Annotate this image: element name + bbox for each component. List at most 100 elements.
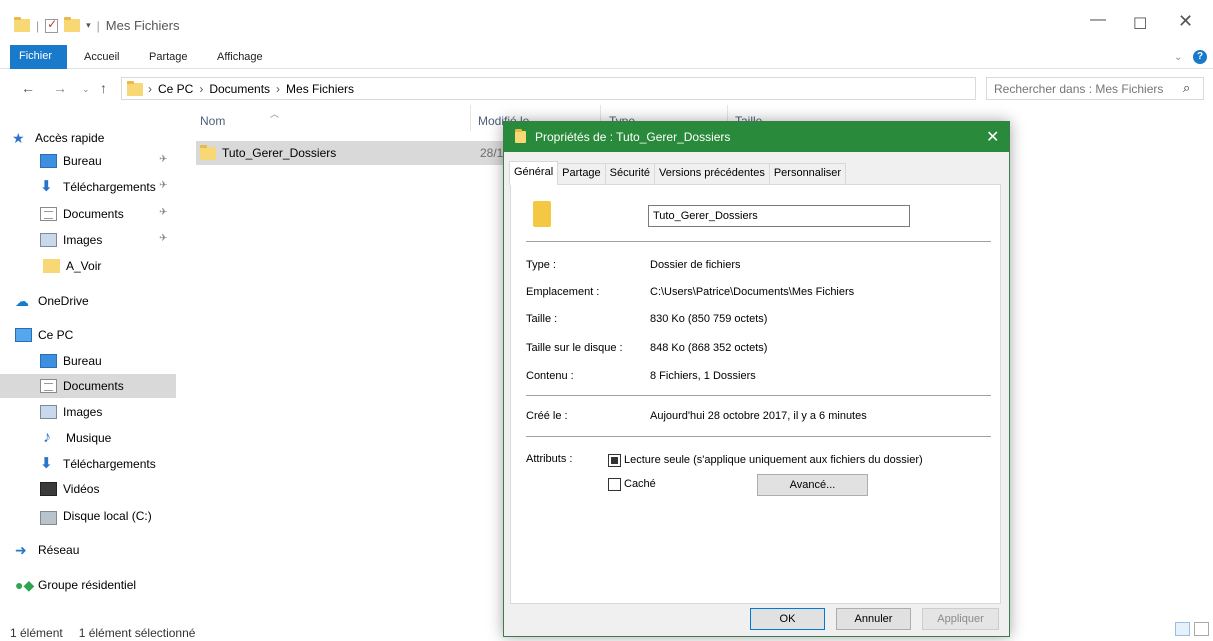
breadcrumb-documents[interactable]: Documents [209, 82, 270, 96]
nav-onedrive[interactable]: ☁ OneDrive [0, 289, 176, 313]
pin-icon: ✈ [159, 233, 168, 244]
music-icon: ♪ [43, 429, 51, 446]
hidden-checkbox[interactable] [608, 478, 621, 491]
dialog-title-bar[interactable]: Propriétés de : Tuto_Gerer_Dossiers ✕ [504, 122, 1009, 152]
nav-pc-telechargements[interactable]: ⬇ Téléchargements [0, 452, 176, 476]
nav-quick-documents[interactable]: Documents ✈ [0, 202, 176, 226]
up-button[interactable]: ↑ [100, 80, 107, 96]
nav-pc-musique[interactable]: ♪ Musique [0, 426, 176, 450]
images-icon [40, 233, 57, 247]
maximize-button[interactable]: ☐ [1133, 14, 1147, 34]
file-row[interactable]: Tuto_Gerer_Dossiers 28/1 [196, 141, 506, 165]
desktop-icon [40, 154, 57, 168]
recent-locations-button[interactable]: ⌄ [82, 84, 90, 95]
toolbar-separator: | [96, 18, 100, 33]
file-name: Tuto_Gerer_Dossiers [222, 146, 337, 160]
close-button[interactable]: ✕ [1178, 11, 1193, 32]
nav-quick-telechargements[interactable]: ⬇ Téléchargements ✈ [0, 175, 176, 199]
tab-personnaliser[interactable]: Personnaliser [768, 163, 847, 184]
breadcrumb-mes-fichiers[interactable]: Mes Fichiers [286, 82, 354, 96]
details-view-button[interactable] [1175, 622, 1190, 636]
search-icon[interactable]: ⌕ [1183, 80, 1190, 96]
nav-pc-bureau[interactable]: Bureau [0, 349, 176, 373]
breadcrumb-ce-pc[interactable]: Ce PC [158, 82, 193, 96]
properties-icon[interactable] [45, 17, 59, 33]
folder-icon [200, 145, 216, 160]
pin-icon: ✈ [159, 154, 168, 165]
nav-pc-videos[interactable]: Vidéos [0, 477, 176, 501]
created-value: Aujourd'hui 28 octobre 2017, il y a 6 mi… [650, 410, 867, 422]
status-bar: 1 élément 1 élément sélectionné [10, 626, 195, 640]
dialog-title: Propriétés de : Tuto_Gerer_Dossiers [535, 130, 731, 144]
minimize-button[interactable]: — [1090, 11, 1106, 29]
nav-groupe-residentiel[interactable]: ●◆ Groupe résidentiel [0, 573, 176, 597]
tab-securite[interactable]: Sécurité [604, 163, 656, 184]
nav-label: Images [63, 405, 103, 419]
customize-toolbar-icon[interactable]: ▾ [86, 20, 91, 31]
address-row: ← → ⌄ ↑ › Ce PC › Documents › Mes Fichie… [0, 76, 1213, 102]
nav-ce-pc[interactable]: Ce PC [0, 323, 176, 347]
item-count: 1 élément [10, 626, 63, 640]
location-value: C:\Users\Patrice\Documents\Mes Fichiers [650, 286, 855, 298]
folder-icon [43, 259, 60, 273]
selection-count: 1 élément sélectionné [78, 626, 196, 640]
nav-label: Vidéos [63, 482, 100, 496]
tab-fichier[interactable]: Fichier [10, 45, 67, 69]
desktop-icon [40, 354, 57, 368]
back-button[interactable]: ← [21, 80, 35, 96]
size-value: 830 Ko (850 759 octets) [650, 313, 768, 325]
large-icons-view-button[interactable] [1194, 622, 1209, 636]
disk-icon [40, 510, 57, 525]
nav-label: Téléchargements [63, 457, 156, 471]
quick-access-toolbar: | ▾ | Mes Fichiers [14, 17, 180, 33]
column-header-nom[interactable]: Nom [200, 114, 225, 128]
expand-ribbon-icon[interactable]: ⌄ [1174, 52, 1182, 63]
column-divider[interactable] [470, 105, 471, 131]
nav-reseau[interactable]: ➜ Réseau [0, 538, 176, 562]
tab-partage[interactable]: Partage [149, 51, 188, 63]
folder-icon [14, 17, 30, 32]
general-tab-panel: Type : Dossier de fichiers Emplacement :… [510, 184, 1001, 604]
nav-label: A_Voir [66, 259, 102, 273]
tab-versions-precedentes[interactable]: Versions précédentes [654, 163, 770, 184]
breadcrumb-separator: › [199, 82, 204, 96]
dialog-close-icon[interactable]: ✕ [986, 127, 999, 147]
tab-accueil[interactable]: Accueil [84, 51, 119, 63]
forward-button[interactable]: → [53, 80, 67, 96]
pin-icon: ✈ [159, 180, 168, 191]
search-input[interactable] [988, 79, 1178, 98]
file-modified: 28/1 [480, 146, 504, 160]
apply-button[interactable]: Appliquer [922, 608, 999, 630]
nav-label: Accès rapide [35, 131, 105, 145]
ok-button[interactable]: OK [750, 608, 825, 630]
advanced-button[interactable]: Avancé... [757, 474, 868, 496]
tab-partage[interactable]: Partage [557, 163, 606, 184]
nav-quick-a-voir[interactable]: A_Voir [0, 254, 176, 278]
tab-general[interactable]: Général [509, 161, 559, 185]
divider [526, 395, 991, 396]
tab-affichage[interactable]: Affichage [217, 51, 263, 63]
nav-pc-documents[interactable]: Documents [0, 374, 176, 398]
window-title: Mes Fichiers [105, 18, 180, 33]
new-folder-icon[interactable] [64, 17, 81, 32]
nav-quick-images[interactable]: Images ✈ [0, 228, 176, 252]
title-bar: | ▾ | Mes Fichiers — ☐ ✕ [0, 0, 1213, 44]
folder-name-input[interactable] [648, 205, 910, 227]
nav-label: Musique [66, 431, 112, 445]
nav-quick-access[interactable]: ★ Accès rapide [12, 126, 176, 150]
disk-size-value: 848 Ko (868 352 octets) [650, 342, 768, 354]
dialog-tabs: Général Partage Sécurité Versions précéd… [509, 161, 847, 185]
nav-pc-images[interactable]: Images [0, 400, 176, 424]
nav-label: OneDrive [38, 294, 89, 308]
nav-label: Documents [63, 379, 124, 393]
help-icon[interactable]: ? [1193, 50, 1207, 64]
contents-value: 8 Fichiers, 1 Dossiers [650, 370, 756, 382]
folder-icon [127, 81, 143, 96]
readonly-checkbox[interactable] [608, 454, 621, 467]
nav-label: Documents [63, 207, 124, 221]
address-bar[interactable]: › Ce PC › Documents › Mes Fichiers ⌄ ↻ [121, 77, 1084, 100]
disk-size-label: Taille sur le disque : [526, 342, 623, 354]
cancel-button[interactable]: Annuler [836, 608, 911, 630]
nav-quick-bureau[interactable]: Bureau ✈ [0, 149, 176, 173]
nav-pc-disque-local[interactable]: Disque local (C:) [0, 504, 176, 528]
